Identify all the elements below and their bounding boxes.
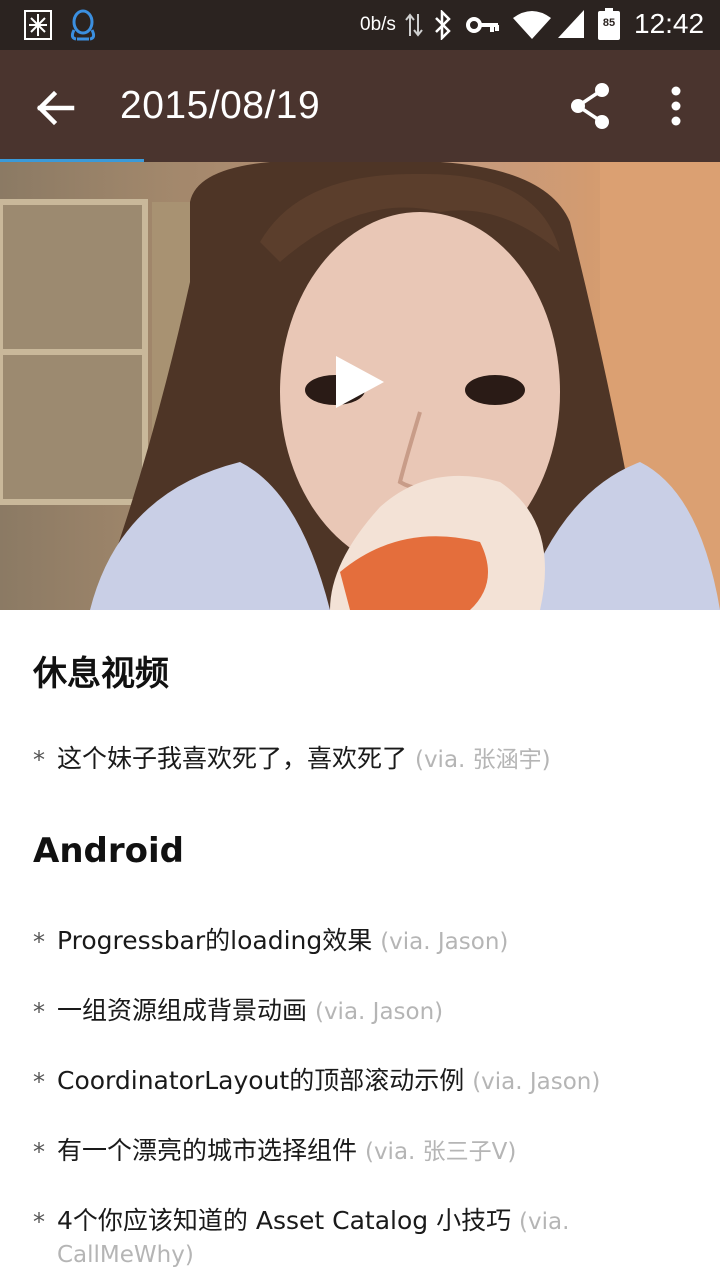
bullet: *	[33, 1068, 45, 1096]
list-item[interactable]: * 有一个漂亮的城市选择组件 (via. 张三子V)	[33, 1135, 633, 1168]
list-item[interactable]: * 一组资源组成背景动画 (via. Jason)	[33, 995, 633, 1028]
net-speed-text: 0b/s	[360, 14, 396, 35]
section-heading: 休息视频	[33, 654, 169, 694]
bullet: *	[33, 1208, 45, 1236]
item-via: (via. Jason)	[314, 999, 444, 1025]
qq-penguin-icon	[70, 9, 96, 41]
more-options-button[interactable]	[662, 82, 690, 132]
play-icon	[336, 356, 384, 408]
more-vert-icon	[671, 86, 681, 126]
list-item[interactable]: * CoordinatorLayout的顶部滚动示例 (via. Jason)	[33, 1065, 633, 1098]
cell-signal-icon	[558, 10, 584, 38]
back-button[interactable]	[30, 82, 82, 134]
list-item[interactable]: * Progressbar的loading效果 (via. Jason)	[33, 925, 633, 958]
section-heading: Android	[33, 831, 184, 871]
item-text[interactable]: 这个妹子我喜欢死了，喜欢死了	[57, 744, 407, 773]
vpn-key-icon	[466, 17, 499, 33]
video-player[interactable]	[0, 162, 720, 610]
item-via: (via. Jason)	[380, 929, 509, 955]
clock: 12:42	[634, 8, 705, 39]
battery-level: 85	[602, 17, 616, 29]
item-text[interactable]: Progressbar的loading效果	[57, 926, 372, 955]
back-arrow-icon	[36, 90, 75, 126]
list-item[interactable]: * 4个你应该知道的 Asset Catalog 小技巧 (via. CallM…	[33, 1205, 633, 1271]
bullet: *	[33, 998, 45, 1026]
bluetooth-icon	[435, 10, 451, 40]
share-button[interactable]	[568, 80, 616, 132]
item-text[interactable]: 一组资源组成背景动画	[57, 996, 307, 1025]
wifi-icon	[513, 11, 551, 39]
play-button[interactable]	[332, 352, 388, 412]
toolbar: 2015/08/19	[0, 50, 720, 162]
item-via: (via. 张涵宇)	[414, 747, 551, 773]
data-arrows-icon	[405, 13, 423, 37]
page-title: 2015/08/19	[120, 84, 321, 127]
status-bar: 0b/s 85 12:42	[0, 0, 720, 50]
item-via: (via. Jason)	[472, 1069, 601, 1095]
item-text[interactable]: CoordinatorLayout的顶部滚动示例	[57, 1066, 464, 1095]
item-text[interactable]: 4个你应该知道的 Asset Catalog 小技巧	[57, 1206, 511, 1235]
list-item[interactable]: * 这个妹子我喜欢死了，喜欢死了 (via. 张涵宇)	[33, 743, 633, 776]
item-text[interactable]: 有一个漂亮的城市选择组件	[57, 1136, 357, 1165]
bullet: *	[33, 1138, 45, 1166]
bullet: *	[33, 928, 45, 956]
share-icon	[571, 83, 609, 129]
battery-icon: 85	[598, 8, 620, 40]
bullet: *	[33, 746, 45, 774]
app-logo-icon	[24, 10, 52, 40]
item-via: (via. 张三子V)	[364, 1139, 517, 1165]
